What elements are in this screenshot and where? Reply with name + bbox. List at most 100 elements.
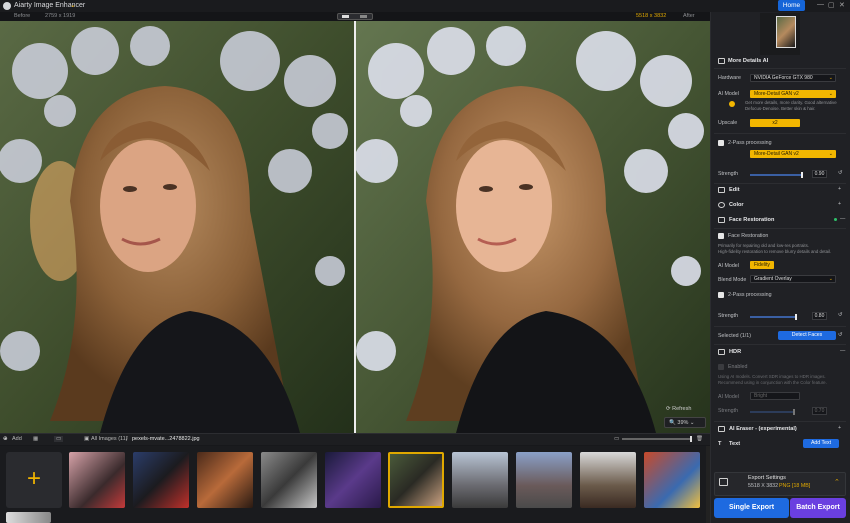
eraser-icon: [718, 426, 725, 432]
collapse-icon[interactable]: —: [840, 348, 845, 354]
expand-up-icon[interactable]: ⌃: [834, 478, 840, 486]
batch-export-button[interactable]: Batch Export: [790, 498, 846, 518]
after-image[interactable]: [356, 21, 710, 433]
after-label: After: [683, 13, 695, 19]
add-text-button[interactable]: Add Text: [803, 439, 839, 448]
grid-view-icon[interactable]: ▦: [33, 436, 38, 442]
hdr-mode-select[interactable]: Bright: [750, 392, 800, 400]
strength-value[interactable]: 0.90: [812, 170, 827, 178]
reset-icon[interactable]: ↺: [838, 332, 842, 338]
add-button[interactable]: Add: [12, 436, 22, 442]
collapse-icon[interactable]: —: [840, 216, 845, 222]
info-icon[interactable]: [729, 101, 735, 107]
blend-mode-value: Gradient Overlay: [754, 276, 792, 282]
face-restoration-title: Face Restoration: [729, 217, 775, 223]
thumbnail-size-slider[interactable]: [622, 436, 692, 442]
export-settings-icon: [719, 478, 728, 486]
face-desc-line-2: High-fidelity restoration to remove blur…: [718, 249, 832, 254]
face-two-pass-checkbox[interactable]: [718, 292, 724, 298]
add-images-tile[interactable]: +: [6, 452, 62, 508]
two-pass-model-select[interactable]: More-Detail GAN v2 ⌄: [750, 150, 836, 158]
face-restoration-checkbox[interactable]: [718, 233, 724, 239]
breadcrumb-separator: /: [126, 436, 128, 442]
navigator-thumbnail[interactable]: [760, 13, 800, 55]
before-size: 2759 x 1919: [45, 13, 76, 19]
color-section-title[interactable]: Color: [729, 202, 744, 208]
detect-faces-button[interactable]: Detect Faces: [778, 331, 836, 340]
refresh-label: Refresh: [672, 406, 692, 412]
edit-add-icon[interactable]: +: [838, 186, 841, 192]
single-export-button[interactable]: Single Export: [714, 498, 789, 518]
section-divider: [714, 228, 846, 229]
app-menu-chevron-icon[interactable]: ⌄: [70, 1, 76, 9]
compare-view-toggle[interactable]: [337, 13, 373, 20]
two-pass-model-value: More-Detail GAN v2: [754, 151, 799, 157]
ai-eraser-title[interactable]: AI Eraser - (experimental): [729, 426, 797, 432]
thumbnail-2[interactable]: [133, 452, 189, 508]
face-restoration-icon: [718, 217, 725, 223]
export-settings-title: Export Settings: [748, 475, 786, 481]
thumbnail-5[interactable]: [325, 452, 381, 508]
images-icon: ▣: [84, 436, 90, 442]
minimize-icon[interactable]: —: [817, 1, 824, 8]
section-divider: [714, 68, 846, 69]
hardware-select[interactable]: NVIDIA GeForce GTX 980 ⌄: [750, 74, 836, 82]
face-restoration-enable-label: Face Restoration: [728, 233, 769, 239]
after-size: 5518 x 3832: [636, 13, 667, 19]
strip-view-icon[interactable]: ▭: [54, 436, 64, 442]
two-pass-checkbox[interactable]: [718, 140, 724, 146]
thumbnail-3[interactable]: [197, 452, 253, 508]
chevron-down-icon: ⌄: [828, 75, 833, 81]
color-add-icon[interactable]: +: [838, 201, 841, 207]
hdr-icon: [718, 349, 725, 355]
hdr-strength-slider[interactable]: [750, 409, 795, 415]
color-icon: [718, 202, 725, 208]
add-plus-icon[interactable]: ⊕: [3, 436, 8, 442]
blend-mode-select[interactable]: Gradient Overlay ⌄: [750, 275, 836, 283]
thumbnail-10[interactable]: [644, 452, 700, 508]
face-strength-value[interactable]: 0.80: [812, 312, 827, 320]
before-image[interactable]: [0, 21, 354, 433]
strength-slider[interactable]: [750, 172, 803, 178]
home-button[interactable]: Home: [778, 0, 805, 11]
thumbnail-1[interactable]: [69, 452, 125, 508]
refresh-button[interactable]: ⟳ Refresh: [666, 406, 691, 412]
blend-mode-label: Blend Mode: [718, 277, 747, 283]
all-images-link[interactable]: All Images (11): [91, 436, 128, 442]
thumbnail-6-selected[interactable]: [388, 452, 444, 508]
text-section-title: Text: [729, 441, 741, 447]
reset-icon[interactable]: ↺: [838, 312, 842, 318]
ai-model-value: More-Detail GAN v2: [754, 91, 799, 97]
maximize-icon[interactable]: ▢: [828, 1, 835, 9]
model-hint-line-1: Get more details, more clarity. Good alt…: [745, 100, 837, 105]
section-divider: [714, 183, 846, 184]
selected-faces-label: Selected (1/1): [718, 333, 751, 339]
zoom-level-box[interactable]: 🔍 39% ⌄: [664, 417, 706, 428]
thumbnail-7[interactable]: [452, 452, 508, 508]
face-ai-model-label: AI Model: [718, 263, 739, 269]
thumbnail-8[interactable]: [516, 452, 572, 508]
two-pass-label: 2-Pass processing: [728, 140, 772, 146]
face-strength-slider[interactable]: [750, 314, 797, 320]
hdr-enable-checkbox[interactable]: [718, 364, 724, 370]
face-ai-model-select[interactable]: Fidelity: [750, 261, 774, 269]
edit-section-title[interactable]: Edit: [729, 187, 740, 193]
thumbnail-4[interactable]: [261, 452, 317, 508]
hdr-strength-value[interactable]: 0.70: [812, 407, 827, 415]
thumbnail-9[interactable]: [580, 452, 636, 508]
eraser-add-icon[interactable]: +: [838, 425, 841, 431]
face-two-pass-label: 2-Pass processing: [728, 292, 772, 298]
upscale-select[interactable]: x2: [750, 119, 800, 127]
hdr-mode-label: AI Model: [718, 394, 739, 400]
reset-icon[interactable]: ↺: [838, 170, 842, 176]
thumbnail-11[interactable]: [6, 512, 51, 523]
edit-icon: [718, 187, 725, 193]
ai-model-select[interactable]: More-Detail GAN v2 ⌄: [750, 90, 836, 98]
close-icon[interactable]: ✕: [839, 1, 845, 9]
more-details-icon: [718, 58, 725, 64]
zoom-out-icon[interactable]: ▭: [614, 436, 619, 442]
before-label: Before: [14, 13, 31, 19]
face-desc-line-1: Primarily for repairing old and low-res …: [718, 243, 810, 248]
ai-model-label: AI Model: [718, 91, 739, 97]
delete-icon[interactable]: 🗑: [696, 436, 703, 442]
